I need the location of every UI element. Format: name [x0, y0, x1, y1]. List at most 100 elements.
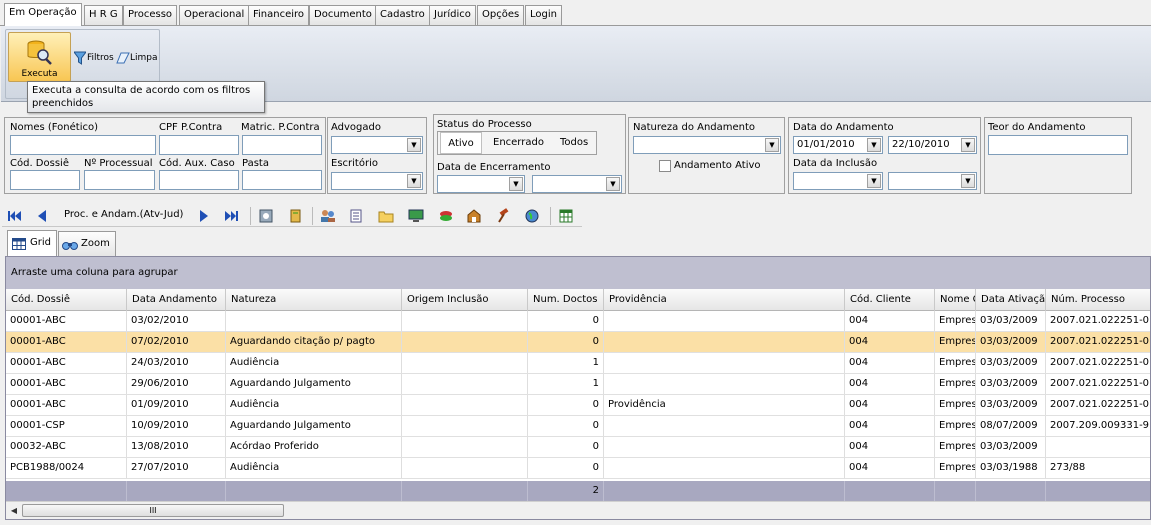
tab-cadastro[interactable]: Cadastro	[375, 5, 430, 25]
chevron-down-icon[interactable]: ▼	[961, 174, 975, 188]
data-encerramento-to[interactable]: ▼	[532, 175, 622, 193]
horizontal-scrollbar[interactable]: ◀ III	[6, 501, 1150, 519]
pasta-input[interactable]	[242, 170, 322, 190]
cell-data-andamento: 07/02/2010	[127, 332, 226, 352]
column-header-cod-dossie[interactable]: Cód. Dossiê	[6, 289, 127, 311]
tab-hrg[interactable]: H R G	[84, 5, 123, 25]
column-header-data-ativacao[interactable]: Data Ativaçã	[976, 289, 1046, 311]
num-processual-input[interactable]	[84, 170, 155, 190]
next-record-icon[interactable]	[196, 208, 212, 224]
column-header-num-processo[interactable]: Núm. Processo	[1046, 289, 1150, 311]
cell-num-processo: 2007.021.022251-0	[1050, 336, 1150, 347]
table-row[interactable]: 00001-CSP 10/09/2010 Aguardando Julgamento…	[6, 416, 1150, 437]
chevron-down-icon[interactable]: ▼	[765, 138, 779, 152]
column-header-nome-cliente[interactable]: Nome C	[935, 289, 976, 311]
previous-record-icon[interactable]	[34, 208, 50, 224]
andamento-ativo-checkbox[interactable]	[659, 160, 671, 172]
footer-cell	[604, 481, 845, 501]
monitor-icon[interactable]	[408, 208, 424, 224]
natureza-select[interactable]: ▼	[633, 136, 781, 154]
tab-juridico[interactable]: Jurídico	[429, 5, 476, 25]
table-row[interactable]: 00032-ABC 13/08/2010 Acórdao Proferido 0 004…	[6, 437, 1150, 458]
film-icon[interactable]	[258, 208, 274, 224]
column-header-origem[interactable]: Origem Inclusão	[402, 289, 528, 311]
list-icon[interactable]	[348, 208, 364, 224]
teor-input[interactable]	[988, 135, 1128, 155]
chevron-down-icon[interactable]: ▼	[867, 174, 881, 188]
cell-origem	[402, 332, 528, 352]
tab-operacional[interactable]: Operacional	[179, 5, 250, 25]
table-row[interactable]: 00001-ABC 03/02/2010 0 004 Empres 03/03/2009 2…	[6, 311, 1150, 332]
chevron-down-icon[interactable]: ▼	[867, 138, 881, 152]
column-header-natureza[interactable]: Natureza	[226, 289, 402, 311]
chevron-down-icon[interactable]: ▼	[407, 138, 421, 152]
column-header-num-doctos[interactable]: Num. Doctos	[528, 289, 604, 311]
footer-cell	[226, 481, 402, 501]
data-inclusao-to[interactable]: ▼	[888, 172, 977, 190]
table-row[interactable]: 00001-ABC 29/06/2010 Aguardando Julgamento…	[6, 374, 1150, 395]
cell-nome-cliente: Empres	[935, 416, 976, 436]
escritorio-select[interactable]: ▼	[331, 172, 423, 190]
cell-natureza: Acórdao Proferido	[226, 437, 402, 457]
scroll-left-icon[interactable]: ◀	[7, 504, 21, 518]
tab-zoom[interactable]: Zoom	[58, 231, 116, 256]
data-andamento-from[interactable]: 01/01/2010 ▼	[793, 136, 883, 154]
cell-cod-cliente: 004	[845, 332, 935, 352]
cod-dossie-input[interactable]	[10, 170, 80, 190]
cell-cod-cliente: 004	[845, 395, 935, 415]
cell-natureza	[226, 311, 402, 331]
cell-data-andamento: 13/08/2010	[127, 437, 226, 457]
chevron-down-icon[interactable]: ▼	[961, 138, 975, 152]
tab-documento[interactable]: Documento	[309, 5, 377, 25]
globe-icon[interactable]	[524, 208, 540, 224]
column-header-providencia[interactable]: Providência	[604, 289, 845, 311]
book-icon[interactable]	[288, 208, 304, 224]
filter-group-teor: Teor do Andamento	[984, 117, 1132, 194]
gavel-icon[interactable]	[496, 208, 512, 224]
cell-cod-dossie: 00001-ABC	[6, 395, 127, 415]
scroll-thumb[interactable]: III	[22, 504, 284, 517]
folder-icon[interactable]	[378, 208, 394, 224]
table-row[interactable]: 00001-ABC 07/02/2010 Aguardando citação p/…	[6, 332, 1150, 353]
table-row[interactable]: PCB1988/0024 27/07/2010 Audiência 0 004 Empre…	[6, 458, 1150, 479]
money-icon[interactable]	[438, 208, 454, 224]
clear-button[interactable]: Limpa	[115, 47, 158, 69]
cell-providencia: Providência	[604, 395, 845, 415]
execute-button[interactable]: Executa	[8, 32, 71, 82]
column-header-data-andamento[interactable]: Data Andamento	[127, 289, 226, 311]
data-andamento-to[interactable]: 22/10/2010 ▼	[888, 136, 977, 154]
tab-processo[interactable]: Processo	[123, 5, 178, 25]
first-record-icon[interactable]	[6, 208, 22, 224]
table-row[interactable]: 00001-ABC 24/03/2010 Audiência 1 004 Empres 03…	[6, 353, 1150, 374]
chevron-down-icon[interactable]: ▼	[606, 177, 620, 191]
tab-opcoes[interactable]: Opções	[477, 5, 525, 25]
tab-login[interactable]: Login	[525, 5, 562, 25]
cpf-input[interactable]	[159, 135, 239, 155]
tab-em-operacao[interactable]: Em Operação	[4, 3, 82, 26]
tab-grid[interactable]: Grid	[7, 230, 57, 257]
advogado-select[interactable]: ▼	[331, 136, 423, 154]
column-header-cod-cliente[interactable]: Cód. Cliente	[845, 289, 935, 311]
nomes-input[interactable]	[10, 135, 156, 155]
cod-aux-input[interactable]	[159, 170, 239, 190]
status-todos[interactable]: Todos	[560, 132, 588, 154]
status-encerrado[interactable]: Encerrado	[493, 132, 544, 154]
data-inclusao-from[interactable]: ▼	[793, 172, 883, 190]
filters-button[interactable]: Filtros	[73, 47, 115, 69]
group-by-area[interactable]: Arraste uma coluna para agrupar	[6, 257, 1150, 289]
main-tab-bar: Em Operação H R G Processo Operacional F…	[0, 0, 1151, 26]
users-icon[interactable]	[320, 208, 336, 224]
chevron-down-icon[interactable]: ▼	[407, 174, 421, 188]
matric-input[interactable]	[242, 135, 322, 155]
data-encerramento-from[interactable]: ▼	[437, 175, 525, 193]
table-row[interactable]: 00001-ABC 01/09/2010 Audiência 0 Providência…	[6, 395, 1150, 416]
cell-nome-cliente: Empres	[935, 374, 976, 394]
spreadsheet-icon[interactable]	[558, 208, 574, 224]
status-ativo[interactable]: Ativo	[440, 132, 482, 154]
tab-financeiro[interactable]: Financeiro	[248, 5, 310, 25]
cell-data-andamento: 29/06/2010	[127, 374, 226, 394]
chevron-down-icon[interactable]: ▼	[509, 177, 523, 191]
building-icon[interactable]	[466, 208, 482, 224]
last-record-icon[interactable]	[224, 208, 240, 224]
cell-data-ativacao: 03/03/2009	[976, 332, 1046, 352]
